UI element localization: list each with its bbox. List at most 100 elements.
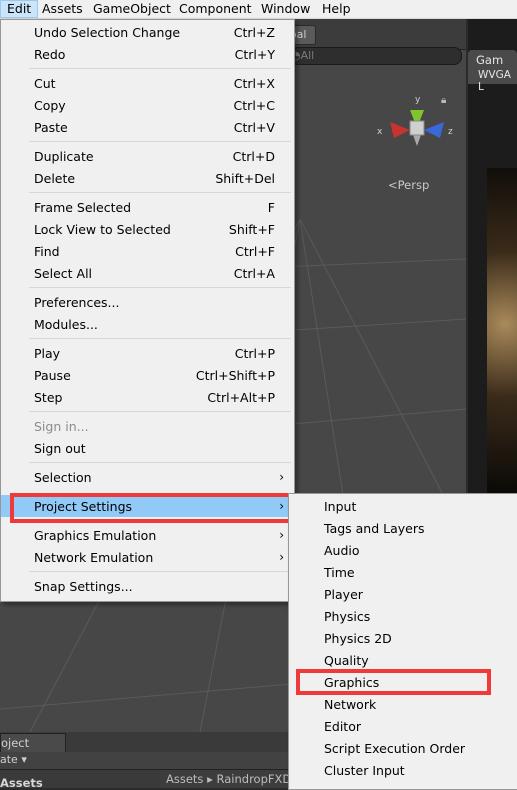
menu-item-lock-view[interactable]: Lock View to Selected Shift+F	[1, 218, 294, 240]
menu-item-label: Selection	[34, 470, 92, 485]
menu-item-label: Undo Selection Change	[34, 25, 181, 40]
submenu-item-physics[interactable]: Physics	[289, 605, 517, 627]
submenu-item-label: Script Execution Order	[324, 741, 466, 756]
menu-item-cut[interactable]: Cut Ctrl+X	[1, 72, 294, 94]
gizmo-x-label: x	[377, 127, 383, 137]
menu-item-label: Modules...	[34, 317, 98, 332]
menu-item-play[interactable]: Play Ctrl+P	[1, 342, 294, 364]
menu-item-preferences[interactable]: Preferences...	[1, 291, 294, 313]
menu-item-label: Paste	[34, 120, 68, 135]
scene-search-input[interactable]: ◔All	[290, 47, 462, 65]
menu-edit[interactable]: Edit	[0, 0, 39, 18]
menu-item-label: Sign in...	[34, 419, 89, 434]
menu-item-duplicate[interactable]: Duplicate Ctrl+D	[1, 145, 294, 167]
menu-separator	[29, 571, 291, 572]
gizmo-z-label: z	[448, 127, 453, 137]
gizmo-z-cone[interactable]	[424, 122, 444, 138]
menu-item-shortcut: Ctrl+X	[233, 76, 275, 91]
menu-item-select-all[interactable]: Select All Ctrl+A	[1, 262, 294, 284]
menu-item-label: Frame Selected	[34, 200, 132, 215]
submenu-item-label: Physics 2D	[324, 631, 392, 646]
persp-label[interactable]: <Persp	[388, 178, 429, 192]
annotation-highlight-box	[10, 493, 295, 523]
menu-separator	[29, 411, 291, 412]
submenu-item-time[interactable]: Time	[289, 561, 517, 583]
menu-item-sign-in: Sign in...	[1, 415, 294, 437]
menu-item-shortcut: Ctrl+Z	[233, 25, 275, 40]
gizmo-center-cube[interactable]	[409, 120, 425, 136]
menu-gameobject[interactable]: GameObject	[87, 0, 177, 18]
menu-separator	[29, 338, 291, 339]
menu-item-find[interactable]: Find Ctrl+F	[1, 240, 294, 262]
menu-item-graphics-emulation[interactable]: Graphics Emulation ›	[1, 524, 294, 546]
menu-item-paste[interactable]: Paste Ctrl+V	[1, 116, 294, 138]
submenu-item-label: Physics	[324, 609, 371, 624]
menu-separator	[29, 287, 291, 288]
gizmo-x-cone[interactable]	[390, 122, 410, 138]
menu-item-label: Duplicate	[34, 149, 94, 164]
annotation-highlight-box	[296, 669, 491, 695]
menu-bar: Edit Assets GameObject Component Window …	[0, 0, 517, 19]
game-resolution-dropdown[interactable]: WVGA L	[478, 69, 517, 93]
menu-item-shortcut: Ctrl+Shift+P	[195, 368, 275, 383]
submenu-item-audio[interactable]: Audio	[289, 539, 517, 561]
menu-item-redo[interactable]: Redo Ctrl+Y	[1, 43, 294, 65]
submenu-item-quality[interactable]: Quality	[289, 649, 517, 671]
submenu-item-network[interactable]: Network	[289, 693, 517, 715]
submenu-item-editor[interactable]: Editor	[289, 715, 517, 737]
menu-item-label: Cut	[34, 76, 56, 91]
menu-item-modules[interactable]: Modules...	[1, 313, 294, 335]
submenu-item-label: Tags and Layers	[324, 521, 425, 536]
submenu-item-label: Input	[324, 499, 357, 514]
menu-item-pause[interactable]: Pause Ctrl+Shift+P	[1, 364, 294, 386]
submenu-item-tags-and-layers[interactable]: Tags and Layers	[289, 517, 517, 539]
submenu-item-label: Player	[324, 587, 363, 602]
submenu-item-label: Editor	[324, 719, 361, 734]
submenu-item-input[interactable]: Input	[289, 495, 517, 517]
menu-item-sign-out[interactable]: Sign out	[1, 437, 294, 459]
chevron-right-icon: ›	[279, 528, 284, 542]
chevron-right-icon: ›	[279, 470, 284, 484]
create-dropdown-button[interactable]: ate ▾	[0, 753, 27, 766]
menu-item-selection[interactable]: Selection ›	[1, 466, 294, 488]
menu-item-label: Copy	[34, 98, 66, 113]
menu-item-undo[interactable]: Undo Selection Change Ctrl+Z	[1, 21, 294, 43]
breadcrumb-text: Assets ▸ RaindropFXD	[166, 772, 292, 786]
menu-item-label: Network Emulation	[34, 550, 154, 565]
menu-item-shortcut: Ctrl+D	[232, 149, 275, 164]
menu-item-shortcut: Ctrl+A	[233, 266, 275, 281]
project-settings-submenu: Input Tags and Layers Audio Time Player …	[288, 493, 517, 790]
menu-window[interactable]: Window	[255, 0, 316, 18]
submenu-item-cluster-input[interactable]: Cluster Input	[289, 759, 517, 781]
menu-item-shortcut: Ctrl+C	[233, 98, 275, 113]
menu-item-network-emulation[interactable]: Network Emulation ›	[1, 546, 294, 568]
menu-item-copy[interactable]: Copy Ctrl+C	[1, 94, 294, 116]
menu-separator	[29, 68, 291, 69]
menu-item-label: Sign out	[34, 441, 86, 456]
menu-item-step[interactable]: Step Ctrl+Alt+P	[1, 386, 294, 408]
submenu-item-label: Time	[324, 565, 355, 580]
project-tab[interactable]: oject	[0, 733, 66, 753]
submenu-item-physics-2d[interactable]: Physics 2D	[289, 627, 517, 649]
menu-assets[interactable]: Assets	[36, 0, 89, 18]
menu-item-label: Play	[34, 346, 61, 361]
menu-item-snap-settings[interactable]: Snap Settings...	[1, 575, 294, 597]
menu-item-frame-selected[interactable]: Frame Selected F	[1, 196, 294, 218]
menu-item-label: Snap Settings...	[34, 579, 133, 594]
menu-component[interactable]: Component	[173, 0, 258, 18]
menu-separator	[29, 192, 291, 193]
edit-menu: Undo Selection Change Ctrl+Z Redo Ctrl+Y C…	[0, 19, 295, 602]
menu-item-shortcut: Ctrl+P	[234, 346, 275, 361]
menu-item-shortcut: Ctrl+Y	[234, 47, 275, 62]
orientation-gizmo[interactable]: y x z	[372, 88, 462, 168]
submenu-item-player[interactable]: Player	[289, 583, 517, 605]
chevron-right-icon: ›	[279, 550, 284, 564]
menu-help[interactable]: Help	[316, 0, 357, 18]
menu-item-shortcut: Shift+Del	[215, 171, 275, 186]
menu-item-shortcut: Ctrl+Alt+P	[207, 390, 275, 405]
menu-item-delete[interactable]: Delete Shift+Del	[1, 167, 294, 189]
submenu-item-script-execution-order[interactable]: Script Execution Order	[289, 737, 517, 759]
menu-item-label: Step	[34, 390, 63, 405]
menu-item-label: Redo	[34, 47, 66, 62]
menu-item-shortcut: Ctrl+V	[233, 120, 275, 135]
